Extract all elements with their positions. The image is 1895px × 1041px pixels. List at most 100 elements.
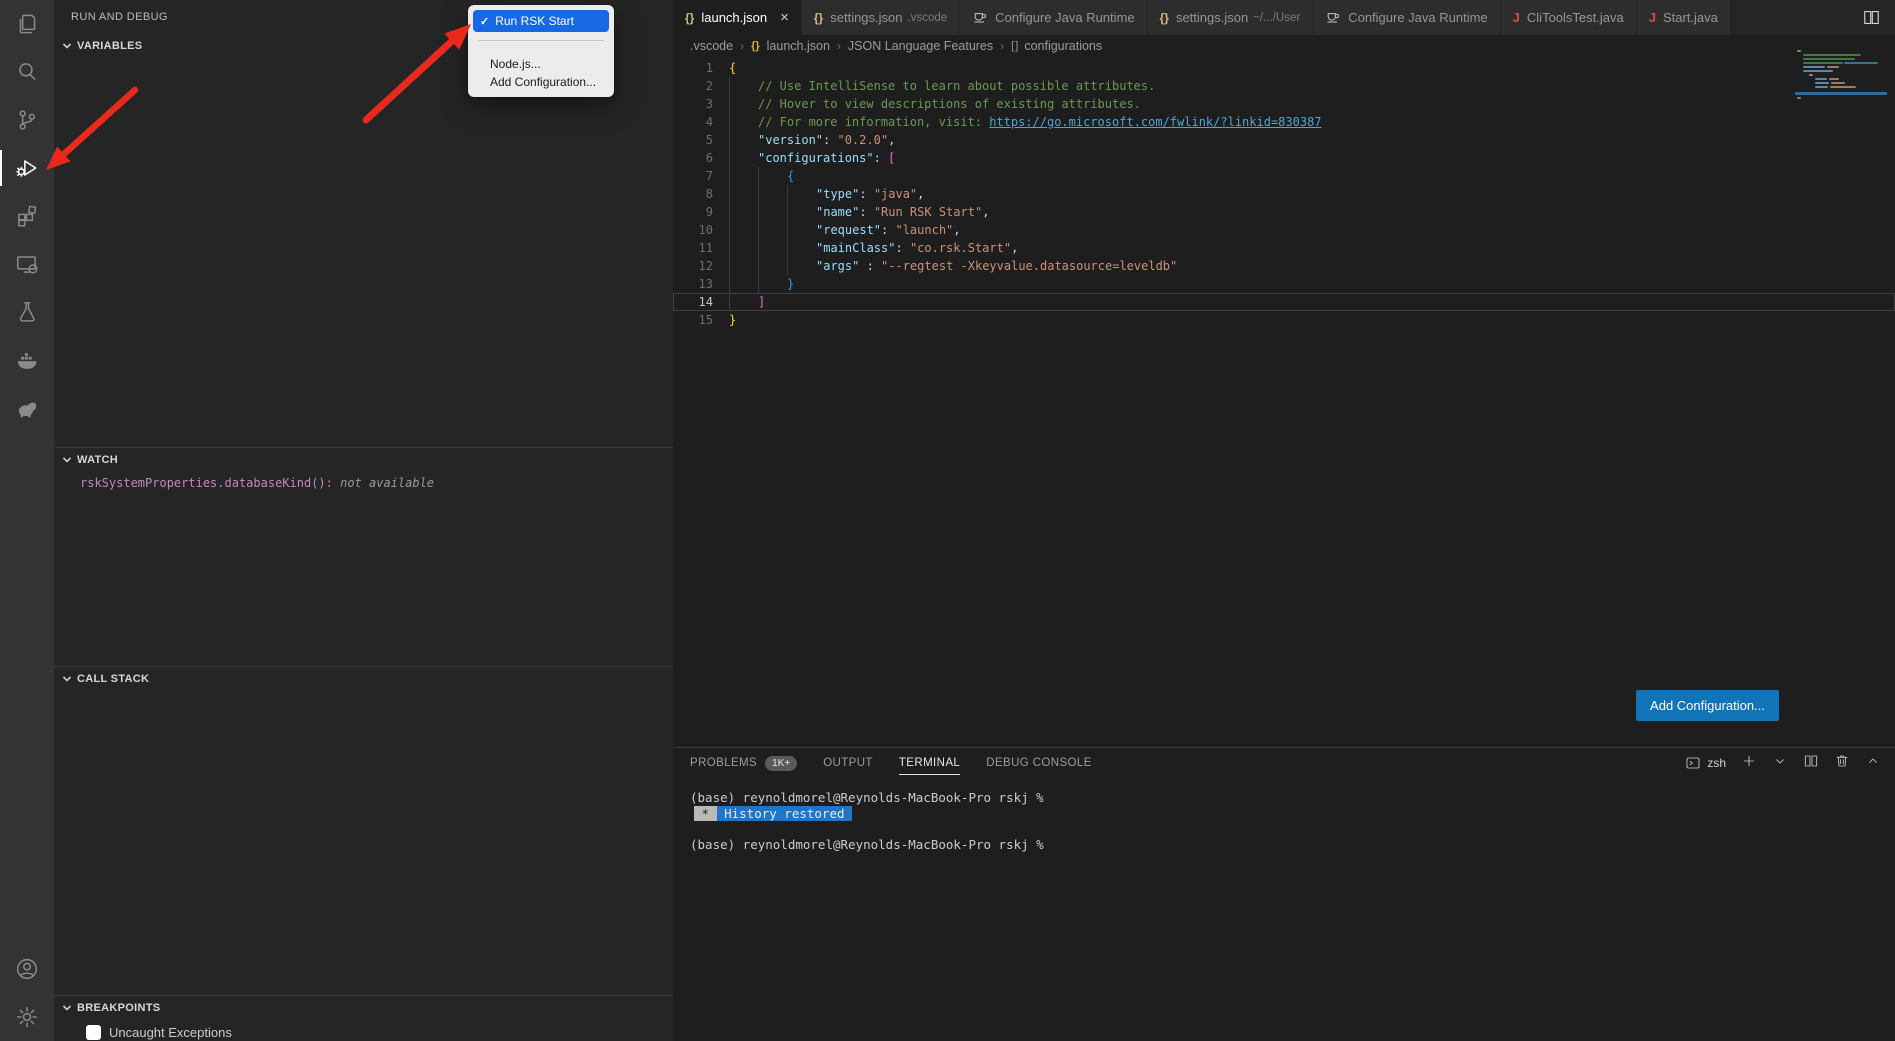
indent-guide [787,221,816,239]
token: "version" [758,131,823,149]
panel-tab-terminal[interactable]: TERMINAL [899,748,960,778]
terminal-shell-icon [1685,755,1701,771]
activity-item-source-control[interactable] [0,96,54,144]
search-icon [14,59,40,85]
activity-item-account[interactable] [0,945,54,993]
activity-item-search[interactable] [0,48,54,96]
account-icon [14,956,40,982]
indent-guide [729,203,758,221]
settings-gear-icon [14,1004,40,1030]
code-editor[interactable]: 1{2// Use IntelliSense to learn about po… [673,57,1895,747]
files-icon [14,11,40,37]
code-line-2[interactable]: 2// Use IntelliSense to learn about poss… [673,77,1895,95]
activity-item-docker[interactable] [0,336,54,384]
code-line-14[interactable]: 14] [673,293,1895,311]
panel-tab-debug-console[interactable]: DEBUG CONSOLE [986,748,1092,778]
minimap[interactable] [1795,48,1887,100]
activity-item-test-flask[interactable] [0,288,54,336]
code-line-15[interactable]: 15} [673,311,1895,329]
dropdown-item-nodejs[interactable]: Node.js... [468,55,614,73]
indent-guide [729,149,758,167]
split-editor-icon [1862,8,1881,27]
breadcrumb-item[interactable]: JSON Language Features [848,39,993,53]
activity-item-run-debug[interactable] [0,144,54,192]
code-line-12[interactable]: 12"args" : "--regtest -Xkeyvalue.datasou… [673,257,1895,275]
chevron-down-icon [62,41,72,51]
activity-item-settings-gear[interactable] [0,993,54,1041]
split-terminal-button[interactable] [1803,753,1819,774]
tab-label: settings.json [830,10,902,25]
indent-guide [729,95,758,113]
chevron-down-icon [62,455,72,465]
tab-configure-java-runtime[interactable]: Configure Java Runtime [1313,0,1500,35]
code-line-13[interactable]: 13} [673,275,1895,293]
token: : [895,239,909,257]
call-stack-section-header[interactable]: CALL STACK [54,667,673,691]
breadcrumb-item[interactable]: configurations [1024,39,1102,53]
terminal-text: (base) reynoldmorel@Reynolds-MacBook-Pro… [690,790,1044,805]
json-braces-icon: {} [1160,11,1169,25]
source-control-icon [14,107,40,133]
code-line-10[interactable]: 10"request": "launch", [673,221,1895,239]
dropdown-item-run-rsk-start[interactable]: ✓ Run RSK Start [473,10,609,32]
code-line-9[interactable]: 9"name": "Run RSK Start", [673,203,1895,221]
breadcrumb[interactable]: .vscode›{}launch.json›JSON Language Feat… [673,35,1895,57]
breakpoints-section-header[interactable]: BREAKPOINTS [54,996,673,1020]
breadcrumb-item[interactable]: .vscode [690,39,733,53]
code-line-3[interactable]: 3// Hover to view descriptions of existi… [673,95,1895,113]
terminal-dropdown-button[interactable] [1772,753,1788,774]
code-line-1[interactable]: 1{ [673,59,1895,77]
tab-settings-json[interactable]: {}settings.json.vscode [802,0,960,35]
terminal-output[interactable]: (base) reynoldmorel@Reynolds-MacBook-Pro… [673,778,1895,852]
breadcrumb-item[interactable]: launch.json [767,39,830,53]
uncaught-exceptions-checkbox[interactable] [86,1025,101,1040]
activity-item-remote-explorer[interactable] [0,240,54,288]
activity-item-extensions[interactable] [0,192,54,240]
code-line-11[interactable]: 11"mainClass": "co.rsk.Start", [673,239,1895,257]
activity-item-files[interactable] [0,0,54,48]
indent-guide [758,239,787,257]
maximize-panel-button[interactable] [1865,753,1881,774]
watch-expression-row[interactable]: rskSystemProperties.databaseKind(): not … [54,472,673,490]
watch-value: not available [340,476,434,490]
code-line-7[interactable]: 7{ [673,167,1895,185]
watch-section-header[interactable]: WATCH [54,448,673,472]
kill-terminal-button[interactable] [1834,753,1850,774]
panel-tab-label: OUTPUT [823,757,873,769]
tab-configure-java-runtime[interactable]: Configure Java Runtime [960,0,1147,35]
panel-tab-label: TERMINAL [899,757,960,769]
indent-guide [758,221,787,239]
dropdown-selected-label: Run RSK Start [495,14,574,28]
tab-clitoolstest-java[interactable]: JCliToolsTest.java [1501,0,1637,35]
token: "--regtest -Xkeyvalue.datasource=leveldb… [881,257,1177,275]
tab-label: Configure Java Runtime [1348,10,1487,25]
panel-tab-output[interactable]: OUTPUT [823,748,873,778]
token: , [982,203,989,221]
panel-tab-problems[interactable]: PROBLEMS 1K+ [690,748,797,778]
tab-launch-json[interactable]: {}launch.json× [673,0,802,35]
code-line-8[interactable]: 8"type": "java", [673,185,1895,203]
terminal-line: (base) reynoldmorel@Reynolds-MacBook-Pro… [690,837,1895,853]
test-flask-icon [14,299,40,325]
code-line-6[interactable]: 6"configurations": [ [673,149,1895,167]
tab-start-java[interactable]: JStart.java [1637,0,1731,35]
tab-settings-json[interactable]: {}settings.json~/.../User [1148,0,1314,35]
token: "launch" [895,221,953,239]
code-line-5[interactable]: 5"version": "0.2.0", [673,131,1895,149]
panel-tab-label: PROBLEMS [690,757,757,769]
token: } [729,311,736,329]
token: "mainClass" [816,239,895,257]
dropdown-item-add-configuration[interactable]: Add Configuration... [468,73,614,91]
code-line-4[interactable]: 4// For more information, visit: https:/… [673,113,1895,131]
new-terminal-button[interactable] [1741,753,1757,774]
run-debug-sidebar: RUN AND DEBUG ··· VARIABLES WATCH rskSys… [54,0,673,1041]
activity-item-gradle-elephant[interactable] [0,384,54,432]
token: [ [888,149,895,167]
activity-bar [0,0,54,1041]
terminal-instance[interactable]: zsh [1685,755,1726,771]
close-icon[interactable]: × [780,9,789,26]
problems-count-badge: 1K+ [765,756,797,771]
add-configuration-button[interactable]: Add Configuration... [1636,690,1779,721]
dropdown-separator [478,40,604,41]
split-editor-button[interactable] [1862,0,1895,35]
